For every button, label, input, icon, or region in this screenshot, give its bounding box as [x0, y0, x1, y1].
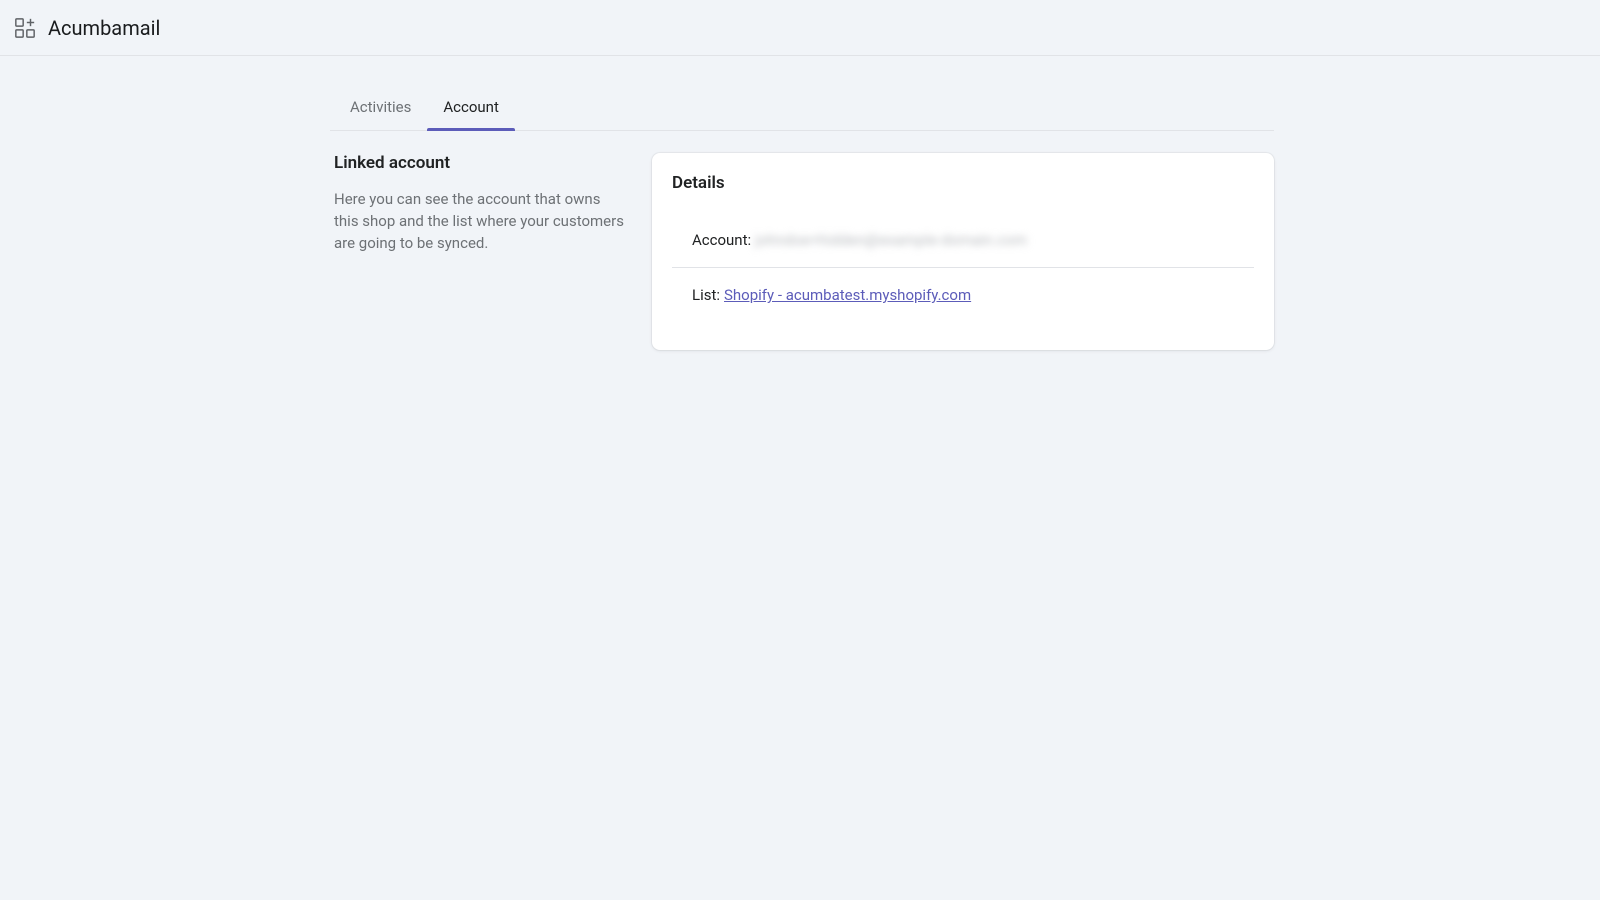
- section-description: Linked account Here you can see the acco…: [330, 153, 624, 350]
- account-label: Account:: [692, 231, 751, 249]
- account-value-masked: johndoe+hidden@example-domain.com: [755, 231, 1027, 249]
- details-card-title: Details: [652, 173, 1274, 213]
- app-logo-icon: [14, 17, 36, 39]
- details-card: Details Account: johndoe+hidden@example-…: [652, 153, 1274, 350]
- tab-bar: Activities Account: [330, 86, 1274, 131]
- list-link[interactable]: Shopify - acumbatest.myshopify.com: [724, 286, 971, 304]
- detail-row-list: List: Shopify - acumbatest.myshopify.com: [652, 268, 1274, 322]
- content-wrapper: Activities Account Linked account Here y…: [326, 56, 1274, 350]
- main-row: Linked account Here you can see the acco…: [330, 153, 1274, 350]
- section-title: Linked account: [334, 153, 624, 173]
- app-header: Acumbamail: [0, 0, 1600, 56]
- list-label: List:: [692, 286, 720, 304]
- tab-activities[interactable]: Activities: [334, 86, 427, 130]
- app-title: Acumbamail: [48, 16, 160, 40]
- detail-row-account: Account: johndoe+hidden@example-domain.c…: [652, 213, 1274, 267]
- tab-account[interactable]: Account: [427, 86, 515, 130]
- section-description-text: Here you can see the account that owns t…: [334, 189, 624, 254]
